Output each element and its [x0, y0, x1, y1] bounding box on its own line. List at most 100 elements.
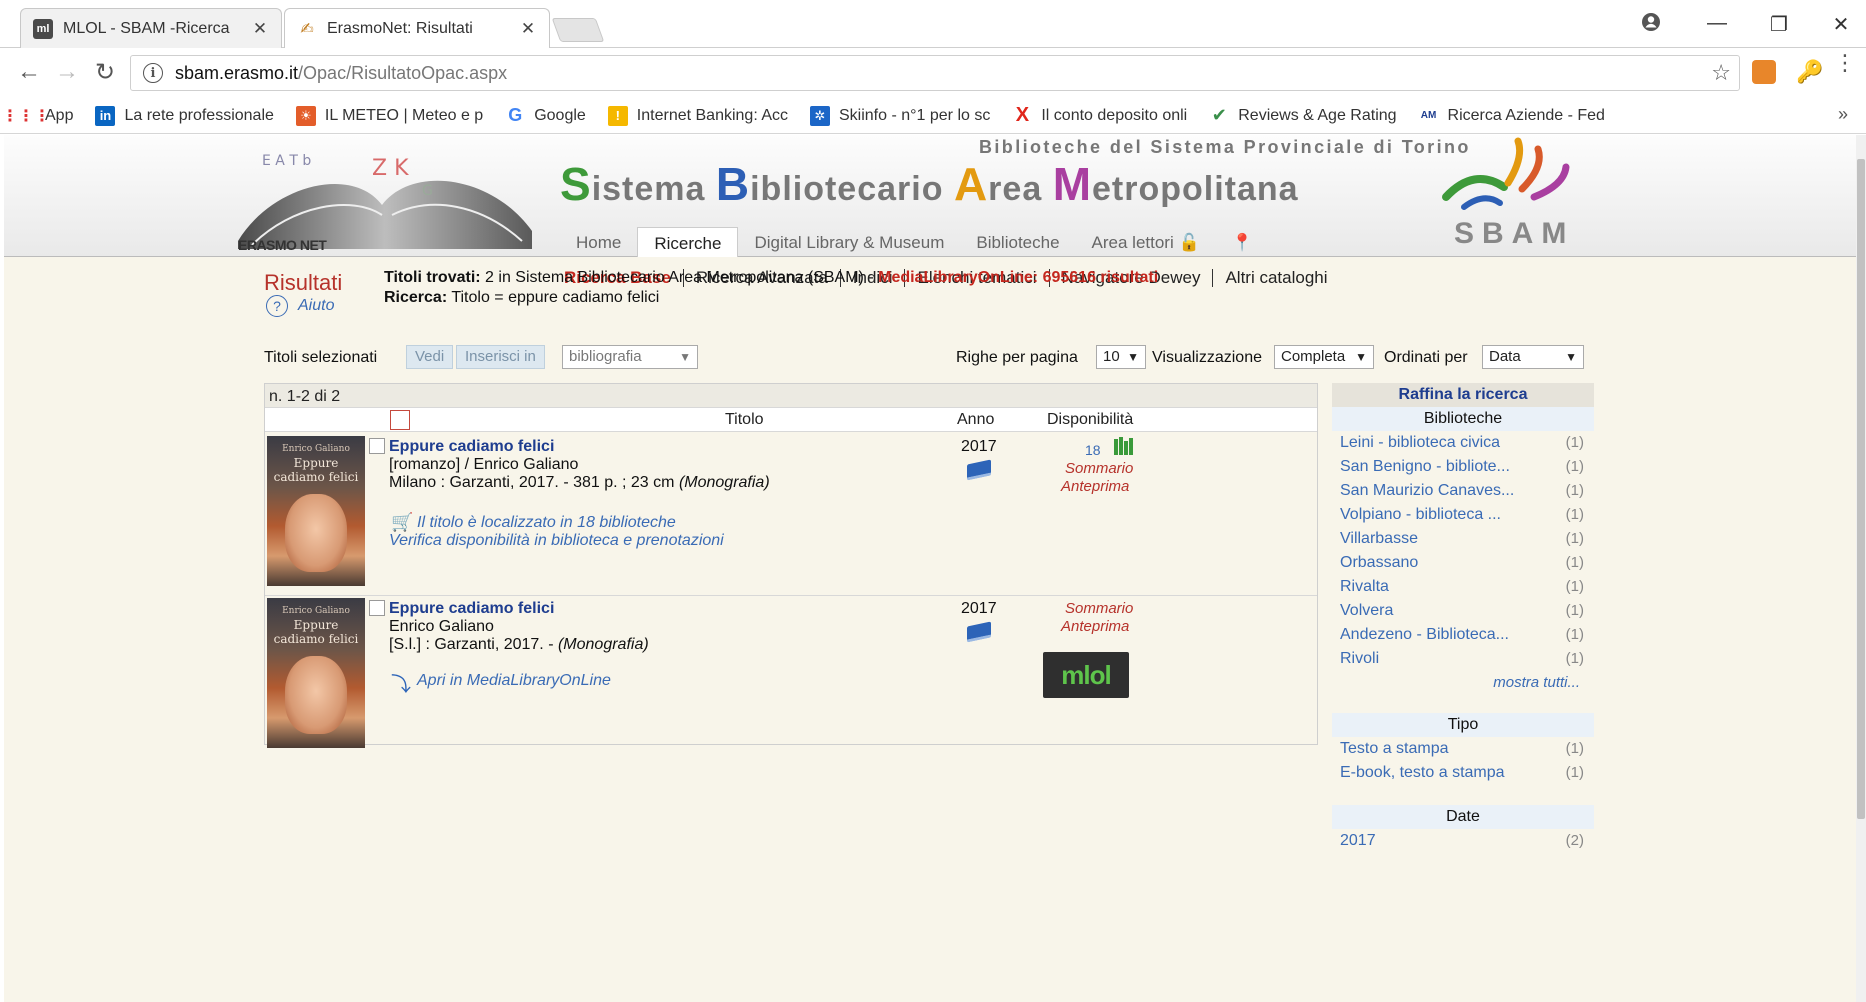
refine-library-item[interactable]: Volvera (1)	[1332, 599, 1594, 623]
forward-icon[interactable]: →	[52, 58, 82, 86]
refine-type-item[interactable]: E-book, testo a stampa (1)	[1332, 761, 1594, 785]
refine-library-item[interactable]: San Benigno - bibliote... (1)	[1332, 455, 1594, 479]
refine-type-item[interactable]: Testo a stampa (1)	[1332, 737, 1594, 761]
record-checkbox[interactable]	[369, 600, 385, 616]
page-scrollbar[interactable]	[1856, 135, 1866, 1002]
record-checkbox[interactable]	[369, 438, 385, 454]
close-icon[interactable]: ✕	[251, 19, 269, 39]
refine-library-item[interactable]: Rivalta (1)	[1332, 575, 1594, 599]
tab-erasmonet[interactable]: ✍ ErasmoNet: Risultati ✕	[284, 8, 550, 49]
item-name: Volvera	[1340, 602, 1394, 619]
bookmark-star-icon[interactable]: ☆	[1711, 60, 1731, 86]
refine-date-item[interactable]: 2017 (2)	[1332, 829, 1594, 853]
column-availability: Disponibilità	[1047, 411, 1134, 428]
record-title-link[interactable]: Eppure cadiamo felici	[389, 600, 554, 618]
refine-library-item[interactable]: San Maurizio Canaves... (1)	[1332, 479, 1594, 503]
record-author: [romanzo] / Enrico Galiano	[389, 456, 579, 473]
located-libraries-link[interactable]: Il titolo è localizzato in 18 bibliotech…	[417, 514, 676, 532]
scrollbar-thumb[interactable]	[1857, 159, 1865, 819]
bookmark-reviews[interactable]: ✔ Reviews & Age Rating	[1209, 105, 1397, 126]
preview-link[interactable]: Anteprima	[1061, 618, 1129, 635]
meteo-icon: ☀	[295, 105, 316, 126]
nav-biblioteche[interactable]: Biblioteche	[960, 227, 1075, 257]
profile-icon[interactable]	[1640, 12, 1662, 38]
refine-library-item[interactable]: Leini - biblioteca civica (1)	[1332, 431, 1594, 455]
bookmark-apps[interactable]: ⋮⋮⋮ App	[2, 106, 73, 126]
libraries-count[interactable]: 18	[1085, 442, 1101, 458]
subnav-altri-cataloghi[interactable]: Altri cataloghi	[1212, 269, 1339, 287]
back-icon[interactable]: ←	[14, 58, 44, 86]
verify-availability-link[interactable]: Verifica disponibilità in biblioteca e p…	[389, 532, 724, 550]
dropdown-arrow-icon: ▼	[1565, 350, 1577, 364]
refine-library-item[interactable]: Villarbasse (1)	[1332, 527, 1594, 551]
nav-digital-library[interactable]: Digital Library & Museum	[738, 227, 960, 257]
refine-library-item[interactable]: Volpiano - biblioteca ... (1)	[1332, 503, 1594, 527]
nav-ricerche[interactable]: Ricerche	[637, 227, 739, 257]
close-icon[interactable]: ✕	[519, 19, 537, 39]
item-name: E-book, testo a stampa	[1340, 764, 1505, 781]
display-select[interactable]: Completa ▼	[1274, 345, 1374, 369]
show-all-link[interactable]: mostra tutti...	[1332, 671, 1594, 695]
view-button[interactable]: Vedi	[406, 345, 454, 369]
preview-link[interactable]: Anteprima	[1061, 478, 1129, 495]
rows-per-page-select[interactable]: 10 ▼	[1096, 345, 1146, 369]
select-value: 10	[1103, 348, 1120, 365]
record-year: 2017	[961, 600, 997, 617]
library-icon[interactable]	[1113, 436, 1135, 456]
item-name: Rivalta	[1340, 578, 1389, 595]
open-mlol-link[interactable]: Apri in MediaLibraryOnLine	[417, 672, 611, 690]
tab-title: MLOL - SBAM -Ricerca	[63, 19, 230, 37]
reload-icon[interactable]: ↻	[90, 58, 120, 87]
item-count: (1)	[1565, 650, 1584, 667]
extension-bag-icon[interactable]	[1752, 60, 1776, 84]
nav-home[interactable]: Home	[560, 227, 637, 257]
bookmark-skiinfo[interactable]: ✲ Skiinfo - n°1 per lo sc	[810, 105, 990, 126]
record-type: (Monografia)	[678, 474, 770, 491]
refine-library-item[interactable]: Rivoli (1)	[1332, 647, 1594, 671]
item-name: Andezeno - Biblioteca...	[1340, 626, 1509, 643]
menu-icon[interactable]: ⋮	[1834, 52, 1856, 74]
new-tab-button[interactable]	[551, 18, 605, 42]
help-link[interactable]: ? Aiuto	[266, 295, 334, 317]
item-count: (1)	[1565, 602, 1584, 619]
tab-mlol[interactable]: ml MLOL - SBAM -Ricerca ✕	[20, 8, 282, 48]
select-value: bibliografia	[569, 348, 642, 365]
insert-button[interactable]: Inserisci in	[456, 345, 545, 369]
refine-library-item[interactable]: Orbassano (1)	[1332, 551, 1594, 575]
record-publication: [S.l.] : Garzanti, 2017. - (Monografia)	[389, 636, 649, 654]
item-count: (1)	[1565, 458, 1584, 475]
erasmonet-favicon-icon: ✍	[297, 19, 317, 39]
bookmark-label: Reviews & Age Rating	[1238, 106, 1397, 124]
record-title-link[interactable]: Eppure cadiamo felici	[389, 438, 554, 456]
nav-area-lettori[interactable]: Area lettori 🔓	[1076, 227, 1216, 257]
mlol-logo-button[interactable]: mlol	[1043, 652, 1129, 698]
bibliography-select[interactable]: bibliografia ▼	[562, 345, 698, 369]
bookmark-conto[interactable]: X Il conto deposito onli	[1012, 104, 1188, 126]
bookmark-aziende[interactable]: AM Ricerca Aziende - Fed	[1419, 106, 1605, 126]
mlol-results-link[interactable]: MediaLibraryOnLine: 695616 risultati	[878, 269, 1158, 286]
bookmark-google[interactable]: G Google	[505, 105, 586, 126]
site-info-icon[interactable]: i	[143, 63, 163, 83]
sort-select[interactable]: Data ▼	[1482, 345, 1584, 369]
summary-link[interactable]: Sommario	[1065, 460, 1133, 477]
book-cover[interactable]: Enrico Galiano Eppure cadiamo felici	[267, 598, 365, 748]
book-cover[interactable]: Enrico Galiano Eppure cadiamo felici	[267, 436, 365, 586]
title-word: istema	[591, 170, 706, 208]
pin-icon[interactable]: 📍	[1216, 227, 1269, 257]
item-count: (2)	[1565, 832, 1584, 849]
bookmark-meteo[interactable]: ☀ IL METEO | Meteo e p	[295, 105, 483, 126]
minimize-icon[interactable]: —	[1706, 12, 1728, 35]
restore-icon[interactable]: ❐	[1768, 12, 1790, 37]
more-bookmarks-icon[interactable]: »	[1838, 104, 1848, 125]
url-input[interactable]: i sbam.erasmo.it /Opac/RisultatoOpac.asp…	[130, 55, 1740, 91]
refine-library-item[interactable]: Andezeno - Biblioteca... (1)	[1332, 623, 1594, 647]
extension-key-icon[interactable]: 🔑	[1796, 60, 1823, 84]
bookmark-banking[interactable]: ! Internet Banking: Acc	[607, 105, 788, 126]
window-close-icon[interactable]: ✕	[1830, 12, 1852, 37]
bookmark-linkedin[interactable]: in La rete professionale	[95, 105, 274, 126]
table-row: Enrico Galiano Eppure cadiamo felici Epp…	[265, 596, 1317, 748]
item-name: Leini - biblioteca civica	[1340, 434, 1501, 451]
nav-label: Area lettori	[1091, 233, 1174, 252]
select-all-checkbox[interactable]	[390, 410, 410, 430]
summary-link[interactable]: Sommario	[1065, 600, 1133, 617]
